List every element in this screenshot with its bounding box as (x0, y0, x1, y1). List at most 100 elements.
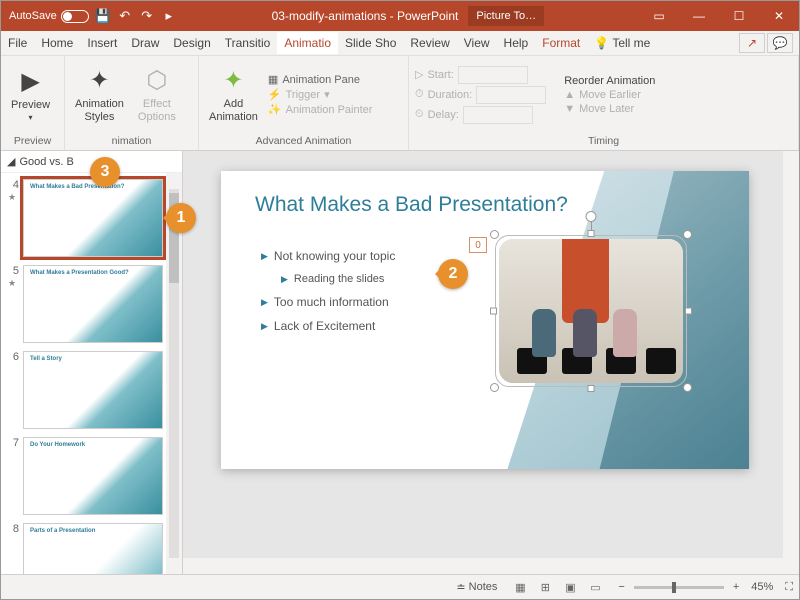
save-icon[interactable]: 💾 (95, 8, 111, 24)
callout-3: 3 (90, 157, 120, 187)
maximize-button[interactable]: ☐ (719, 1, 759, 31)
sorter-view-button[interactable]: ⊞ (534, 578, 556, 596)
animation-star-icon: ★ (8, 278, 16, 289)
delay-label: Delay: (428, 109, 459, 121)
slideshow-view-button[interactable]: ▭ (584, 578, 606, 596)
group-label-animation: nimation (65, 133, 198, 150)
move-later-button: ▼ Move Later (564, 103, 655, 115)
animation-painter-button: ✨Animation Painter (268, 103, 373, 116)
slide-title[interactable]: What Makes a Bad Presentation? (255, 193, 568, 217)
resize-handle[interactable] (490, 383, 499, 392)
delay-icon: ⏲ (415, 108, 424, 121)
animation-order-tag[interactable]: 0 (469, 237, 487, 253)
delay-input (463, 106, 533, 124)
tab-slideshow[interactable]: Slide Sho (338, 32, 403, 54)
resize-handle[interactable] (490, 230, 499, 239)
effect-icon: ⬡ (146, 66, 167, 96)
painter-icon: ✨ (268, 103, 282, 116)
thumb-scrollbar[interactable] (166, 173, 182, 574)
preview-icon: ▶ (21, 67, 39, 97)
tab-home[interactable]: Home (34, 32, 80, 54)
reorder-label: Reorder Animation (564, 75, 655, 87)
ribbon-tabs: File Home Insert Draw Design Transitio A… (1, 31, 799, 56)
star-icon: ✦ (89, 66, 109, 96)
editor-scrollbar-v[interactable] (783, 151, 799, 574)
rotate-handle[interactable] (586, 211, 597, 222)
trigger-button: ⚡Trigger ▾ (268, 88, 373, 101)
tab-view[interactable]: View (457, 32, 497, 54)
tab-insert[interactable]: Insert (80, 32, 124, 54)
duration-label: Duration: (428, 89, 473, 101)
duration-input (476, 86, 546, 104)
group-label-preview: Preview (1, 133, 64, 150)
minimize-button[interactable]: — (679, 1, 719, 31)
ribbon-options-icon[interactable]: ▭ (639, 1, 679, 31)
autosave-toggle[interactable]: AutoSave (9, 10, 89, 23)
trigger-icon: ⚡ (268, 88, 282, 101)
status-bar: ≐ Notes ▦ ⊞ ▣ ▭ − + 45% ⛶ (1, 574, 799, 599)
animation-star-icon: ★ (8, 192, 16, 203)
tab-transitions[interactable]: Transitio (218, 32, 278, 54)
tab-draw[interactable]: Draw (124, 32, 166, 54)
resize-handle[interactable] (588, 230, 595, 237)
add-star-icon: ✦ (223, 66, 243, 96)
thumbnail-5[interactable]: 5★ What Makes a Presentation Good? (1, 259, 182, 345)
start-label: Start: (427, 69, 453, 81)
resize-handle[interactable] (588, 385, 595, 392)
callout-2: 2 (438, 259, 468, 289)
zoom-out-button[interactable]: − (618, 581, 624, 593)
title-bar: AutoSave 💾 ↶ ↷ ▸ 03-modify-animations - … (1, 1, 799, 31)
thumbnail-6[interactable]: 6 Tell a Story (1, 345, 182, 431)
add-animation-button[interactable]: ✦Add Animation (205, 64, 262, 125)
animation-styles-button[interactable]: ✦Animation Styles (71, 64, 128, 125)
duration-icon: ⏱ (415, 88, 424, 101)
tell-me[interactable]: 💡 Tell me (587, 32, 657, 54)
image-content (499, 239, 683, 383)
toggle-off-icon (61, 10, 89, 23)
group-label-advanced: Advanced Animation (199, 133, 408, 150)
tab-format[interactable]: Format (535, 32, 587, 54)
callout-1: 1 (166, 203, 196, 233)
close-button[interactable]: ✕ (759, 1, 799, 31)
tab-file[interactable]: File (1, 32, 34, 54)
tab-animations[interactable]: Animatio (277, 32, 338, 54)
editor-scrollbar-h[interactable] (183, 558, 783, 574)
picture-tools-tab[interactable]: Picture To… (468, 6, 544, 26)
slide-canvas[interactable]: What Makes a Bad Presentation? ▶Not know… (221, 171, 749, 469)
zoom-level[interactable]: 45% (745, 581, 779, 593)
redo-icon[interactable]: ↷ (139, 8, 155, 24)
tab-design[interactable]: Design (166, 32, 217, 54)
resize-handle[interactable] (685, 308, 692, 315)
start-icon: ▷ (415, 68, 423, 81)
resize-handle[interactable] (683, 383, 692, 392)
tab-help[interactable]: Help (497, 32, 536, 54)
pane-icon: ▦ (268, 73, 278, 86)
ribbon: ▶Preview▾ Preview ✦Animation Styles ⬡Eff… (1, 56, 799, 151)
thumbnail-8[interactable]: 8 Parts of a Presentation (1, 517, 182, 574)
reading-view-button[interactable]: ▣ (559, 578, 581, 596)
start-select (458, 66, 528, 84)
selected-image[interactable]: 0 (491, 231, 691, 391)
start-slideshow-icon[interactable]: ▸ (161, 8, 177, 24)
resize-handle[interactable] (490, 308, 497, 315)
comments-button[interactable]: 💬 (767, 33, 793, 53)
bullet-list[interactable]: ▶Not knowing your topic ▶Reading the sli… (261, 249, 395, 343)
animation-pane-button[interactable]: ▦Animation Pane (268, 73, 373, 86)
tab-review[interactable]: Review (403, 32, 456, 54)
move-earlier-button: ▲ Move Earlier (564, 89, 655, 101)
thumbnail-4[interactable]: 4★ What Makes a Bad Presentation? (1, 173, 182, 259)
normal-view-button[interactable]: ▦ (509, 578, 531, 596)
share-button[interactable]: ↗ (739, 33, 765, 53)
fit-to-window-button[interactable]: ⛶ (779, 581, 799, 594)
group-label-timing: Timing (409, 133, 798, 150)
effect-options-button: ⬡Effect Options (134, 64, 180, 125)
zoom-slider[interactable] (634, 586, 724, 589)
slide-editor[interactable]: What Makes a Bad Presentation? ▶Not know… (183, 151, 799, 574)
notes-button[interactable]: ≐ Notes (450, 581, 503, 594)
undo-icon[interactable]: ↶ (117, 8, 133, 24)
resize-handle[interactable] (683, 230, 692, 239)
thumbnail-7[interactable]: 7 Do Your Homework (1, 431, 182, 517)
document-title: 03-modify-animations - PowerPoint (272, 9, 459, 23)
preview-button[interactable]: ▶Preview▾ (7, 65, 54, 125)
zoom-in-button[interactable]: + (733, 581, 739, 593)
